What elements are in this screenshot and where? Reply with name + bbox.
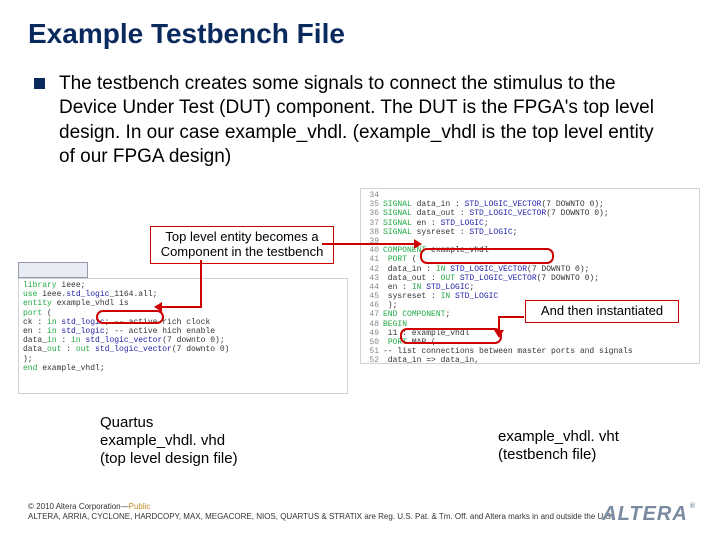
- project-panel: [18, 262, 88, 278]
- callout-component: Top level entity becomes a Component in …: [150, 226, 334, 264]
- registered-icon: ®: [690, 503, 696, 510]
- caption-right-file: example_vhdl. vht: [498, 428, 619, 445]
- arrow-2: [500, 316, 524, 318]
- arrow-2-head: [494, 330, 504, 338]
- caption-right: example_vhdl. vht (testbench file): [498, 428, 678, 464]
- arrow-3-head: [154, 302, 162, 312]
- slide-title: Example Testbench File: [28, 18, 692, 50]
- caption-left-desc: (top level design file): [100, 450, 238, 467]
- trademark-notice: ALTERA, ARRIA, CYCLONE, HARDCOPY, MAX, M…: [28, 512, 692, 522]
- bullet-icon: [34, 78, 45, 89]
- logo-text: ALTERA: [602, 503, 688, 525]
- arrow-1: [322, 243, 416, 245]
- footer: © 2010 Altera Corporation—Public ALTERA,…: [28, 502, 692, 522]
- caption-right-desc: (testbench file): [498, 446, 596, 463]
- body-content: The testbench creates some signals to co…: [34, 72, 692, 169]
- caption-left-file: example_vhdl. vhd: [100, 432, 225, 449]
- arrow-3v: [200, 260, 202, 306]
- highlight-instance: [400, 328, 502, 344]
- body-text: The testbench creates some signals to co…: [59, 72, 669, 169]
- callout-instance: And then instantiated: [525, 300, 679, 323]
- arrow-3h: [160, 306, 202, 308]
- highlight-component: [420, 248, 554, 264]
- highlight-entity: [96, 310, 164, 324]
- copyright: © 2010 Altera Corporation—: [28, 502, 129, 511]
- caption-left: Quartus example_vhdl. vhd (top level des…: [100, 414, 300, 468]
- classification: Public: [129, 502, 151, 511]
- caption-left-name: Quartus: [100, 414, 153, 431]
- arrow-1-head: [414, 239, 422, 249]
- diagram-area: 3435SIGNAL data_in : STD_LOGIC_VECTOR(7 …: [0, 218, 720, 418]
- altera-logo: ALTERA®: [602, 503, 696, 526]
- code-design: library ieee;use ieee.std_logic_1164.all…: [18, 278, 348, 394]
